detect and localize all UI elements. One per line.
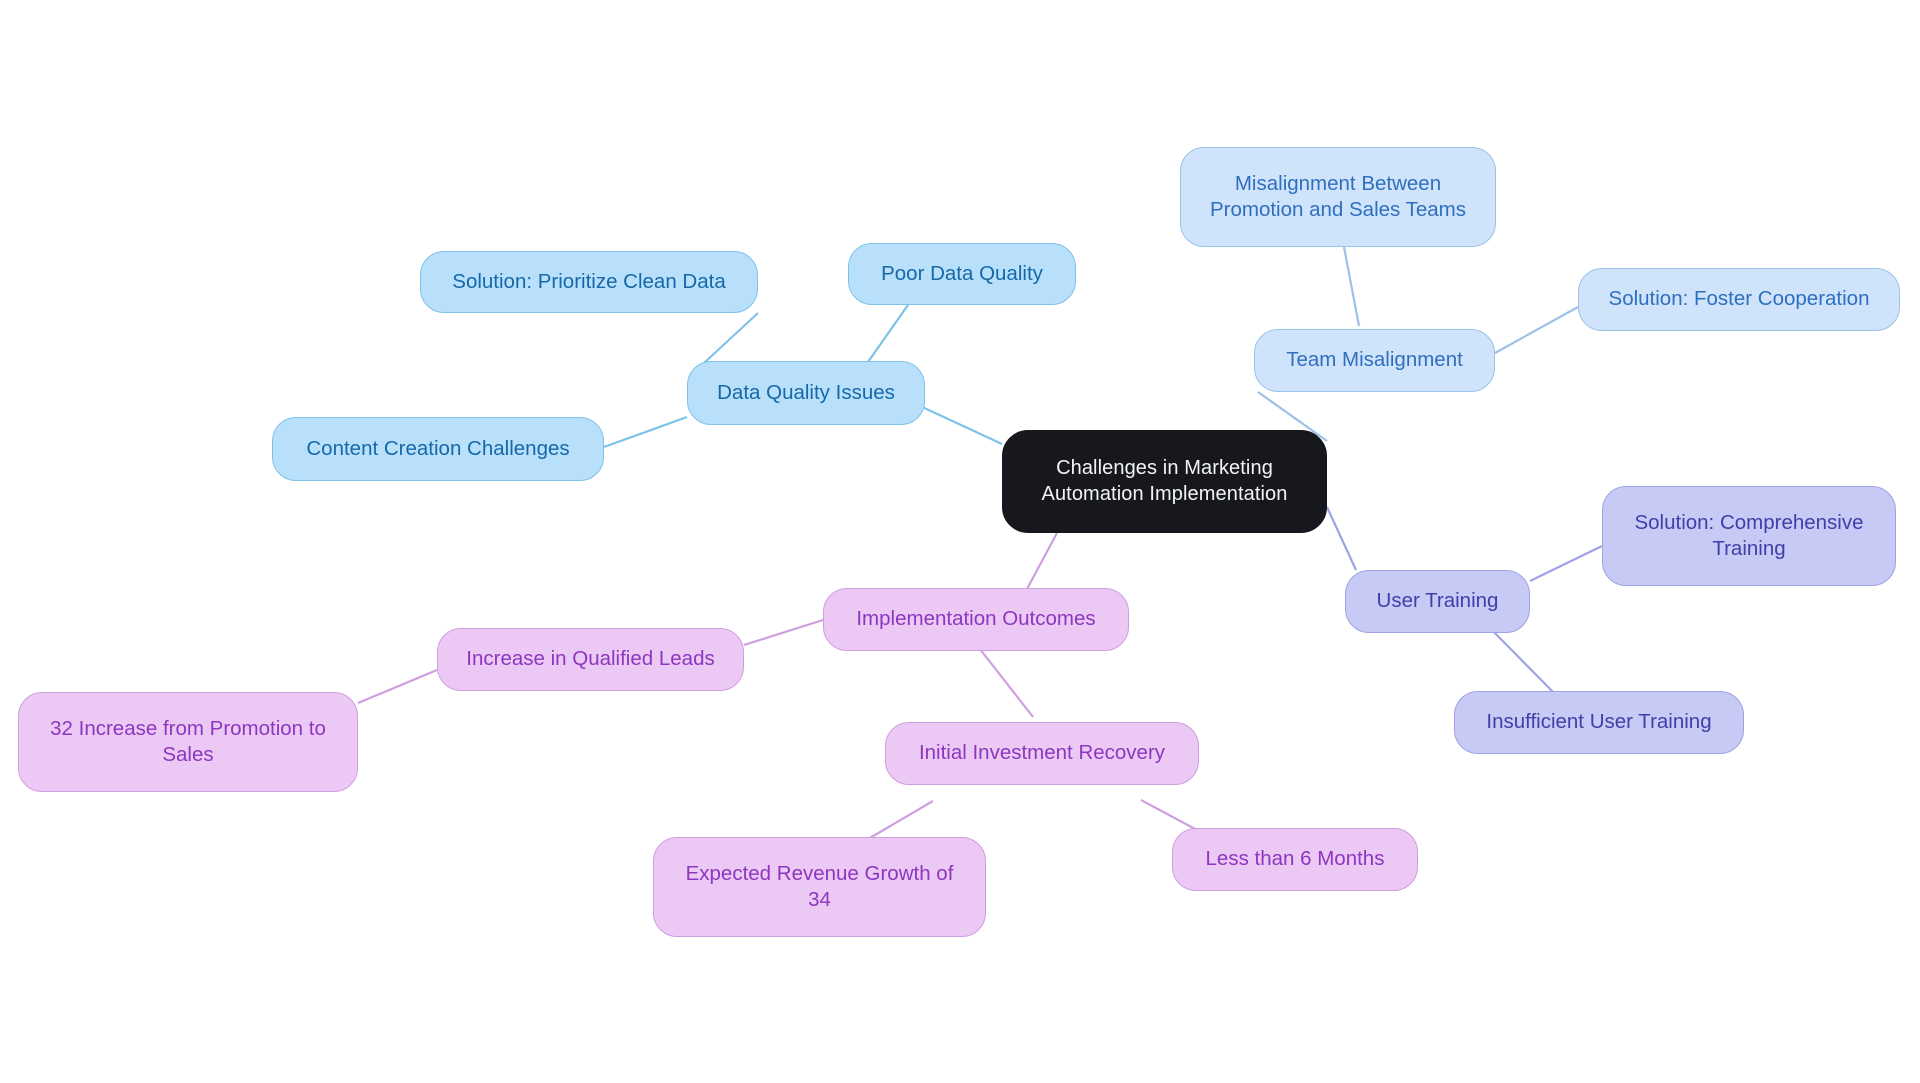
node-initial-investment-recovery[interactable]: Initial Investment Recovery [885, 722, 1199, 785]
node-increase-in-qualified-leads[interactable]: Increase in Qualified Leads [437, 628, 744, 691]
node-data-quality-issues[interactable]: Data Quality Issues [687, 361, 925, 425]
node-insufficient-user-training[interactable]: Insufficient User Training [1454, 691, 1744, 754]
edge-investment-recovery-revenue-growth [862, 800, 934, 843]
node-expected-revenue-growth-of-34[interactable]: Expected Revenue Growth of 34 [653, 837, 986, 937]
edge-team-misalignment-promotion-sales [1342, 246, 1361, 327]
edge-qualified-leads-promotion-to-sales [357, 668, 438, 705]
node-less-than-6-months[interactable]: Less than 6 Months [1172, 828, 1418, 891]
node-misalignment-promotion-and-sales-teams[interactable]: Misalignment Between Promotion and Sales… [1180, 147, 1496, 247]
node-team-misalignment[interactable]: Team Misalignment [1254, 329, 1495, 392]
edge-data-quality-poor-data-quality [867, 304, 909, 363]
node-root[interactable]: Challenges in Marketing Automation Imple… [1002, 430, 1327, 533]
node-poor-data-quality[interactable]: Poor Data Quality [848, 243, 1076, 305]
edge-implementation-outcomes-qualified-leads [743, 618, 824, 647]
edge-data-quality-solution-clean-data [703, 312, 759, 364]
node-content-creation-challenges[interactable]: Content Creation Challenges [272, 417, 604, 481]
edge-root-data-quality-issues [919, 405, 1003, 445]
node-user-training[interactable]: User Training [1345, 570, 1530, 633]
mindmap-canvas: Challenges in Marketing Automation Imple… [0, 0, 1920, 1083]
node-32-increase-from-promotion-to-sales[interactable]: 32 Increase from Promotion to Sales [18, 692, 358, 792]
edge-root-implementation-outcomes [1026, 532, 1058, 590]
node-solution-prioritize-clean-data[interactable]: Solution: Prioritize Clean Data [420, 251, 758, 313]
edge-user-training-insufficient-training [1486, 624, 1558, 697]
edge-implementation-outcomes-investment-recovery [975, 643, 1034, 718]
edge-data-quality-content-creation [603, 415, 688, 449]
edge-root-user-training [1326, 506, 1357, 571]
edge-user-training-comprehensive-training [1529, 545, 1603, 582]
edge-team-misalignment-foster-cooperation [1494, 306, 1579, 354]
node-solution-foster-cooperation[interactable]: Solution: Foster Cooperation [1578, 268, 1900, 331]
node-implementation-outcomes[interactable]: Implementation Outcomes [823, 588, 1129, 651]
node-solution-comprehensive-training[interactable]: Solution: Comprehensive Training [1602, 486, 1896, 586]
